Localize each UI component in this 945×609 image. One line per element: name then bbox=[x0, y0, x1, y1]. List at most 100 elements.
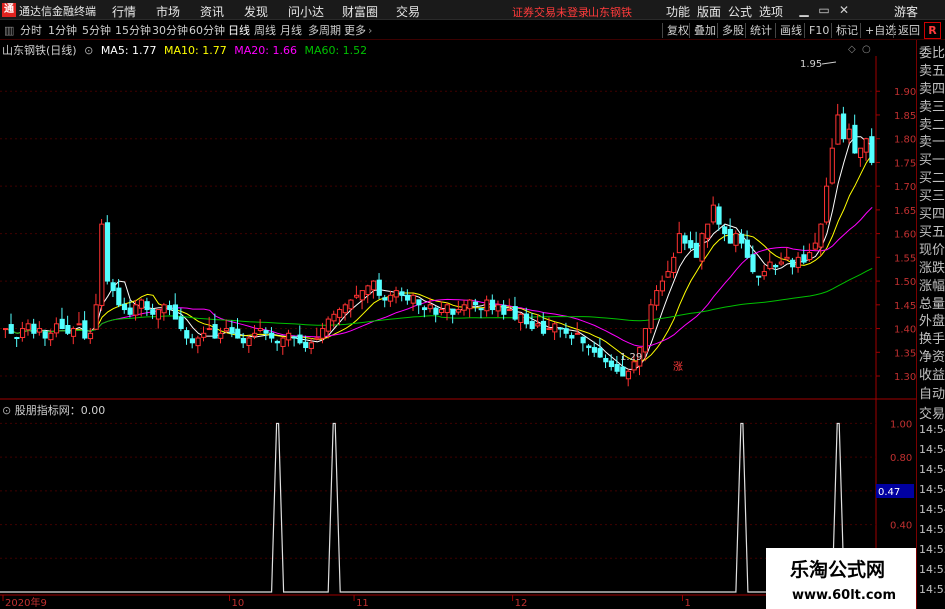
candle-body bbox=[303, 341, 309, 349]
candle-body bbox=[552, 323, 558, 333]
price-tick: 1.55 bbox=[894, 253, 916, 264]
period-multi[interactable]: 多周期 bbox=[306, 23, 343, 38]
candle-body bbox=[201, 332, 207, 338]
tool-f10[interactable]: F10 bbox=[804, 23, 829, 38]
period-toolbar: ▥ 分时 1分钟 5分钟 15分钟 30分钟 60分钟 日线 周线 月线 多周期… bbox=[0, 21, 945, 40]
panel-label: 净资 bbox=[919, 350, 945, 366]
candle-body bbox=[484, 299, 490, 312]
candle-body bbox=[257, 328, 263, 331]
candle-body bbox=[104, 222, 111, 282]
maximize-icon[interactable]: ▭ bbox=[816, 2, 832, 18]
period-15min[interactable]: 15分钟 bbox=[113, 23, 153, 38]
candle-body bbox=[161, 304, 167, 314]
candle-body bbox=[693, 242, 699, 258]
minimize-icon[interactable]: ▁ bbox=[796, 2, 812, 18]
login-warning[interactable]: 证券交易未登录 bbox=[512, 4, 589, 20]
price-tick: 1.75 bbox=[894, 158, 916, 169]
candle-body bbox=[614, 363, 620, 372]
menu-discover[interactable]: 发现 bbox=[244, 3, 268, 20]
close-icon[interactable]: ✕ bbox=[836, 2, 852, 18]
panel-label: 卖三 bbox=[919, 99, 945, 115]
tool-adjust[interactable]: 复权 bbox=[662, 23, 689, 38]
candle-body bbox=[761, 271, 767, 277]
menu-trade[interactable]: 交易 bbox=[396, 3, 420, 20]
panel-label: 买五 bbox=[919, 224, 945, 240]
candle-body bbox=[314, 337, 320, 340]
candle-body bbox=[206, 328, 213, 331]
candle-body bbox=[184, 330, 190, 339]
menu-market[interactable]: 市场 bbox=[156, 3, 180, 20]
candle-body bbox=[371, 280, 377, 291]
period-5min[interactable]: 5分钟 bbox=[80, 23, 113, 38]
tool-add-watchlist[interactable]: +自选 bbox=[860, 23, 896, 38]
candle-body bbox=[354, 294, 360, 298]
candle-body bbox=[767, 261, 773, 270]
candle-body bbox=[557, 327, 564, 330]
candle-body bbox=[790, 259, 796, 268]
tool-multi-stock[interactable]: 多股 bbox=[717, 23, 744, 38]
panel-time: 14:55 bbox=[919, 583, 945, 596]
price-tick: 1.35 bbox=[894, 348, 916, 359]
candle-body bbox=[716, 206, 722, 225]
panel-label: 买二 bbox=[919, 171, 945, 187]
menu-function[interactable]: 功能 bbox=[666, 3, 690, 20]
kline-chart[interactable]: 1.90 1.85 1.80 1.75 1.70 1.65 1.60 1.55 1.50 1.45… bbox=[0, 40, 916, 609]
panel-label: 卖四 bbox=[919, 81, 945, 97]
candle-body bbox=[65, 325, 71, 334]
price-tick: 1.70 bbox=[894, 182, 916, 193]
candle-body bbox=[325, 318, 331, 332]
candle-body bbox=[535, 323, 541, 327]
tool-back[interactable]: 返回 bbox=[893, 23, 920, 38]
period-intraday[interactable]: 分时 bbox=[18, 23, 44, 38]
candle-body bbox=[858, 147, 864, 159]
period-weekly[interactable]: 周线 bbox=[252, 23, 278, 38]
candle-body bbox=[608, 360, 615, 368]
period-monthly[interactable]: 月线 bbox=[278, 23, 304, 38]
candle-body bbox=[348, 299, 354, 310]
candle-body bbox=[665, 271, 671, 278]
menu-formula[interactable]: 公式 bbox=[728, 3, 752, 20]
candle-body bbox=[586, 345, 592, 349]
toolbar-menu-icon[interactable]: ▥ bbox=[2, 23, 16, 38]
price-tick: 1.85 bbox=[894, 111, 916, 122]
candle-body bbox=[263, 330, 269, 334]
period-60min[interactable]: 60分钟 bbox=[187, 23, 227, 38]
candle-body bbox=[365, 285, 371, 295]
indicator-peaks bbox=[0, 422, 876, 593]
menu-quotes[interactable]: 行情 bbox=[112, 3, 136, 20]
tool-mark[interactable]: 标记 bbox=[831, 23, 858, 38]
candle-body bbox=[795, 256, 801, 268]
candle-body bbox=[439, 309, 445, 313]
candle-body bbox=[422, 307, 428, 311]
candle-body bbox=[433, 307, 439, 315]
chevron-right-icon[interactable]: › bbox=[366, 23, 374, 38]
candle-body bbox=[116, 287, 122, 306]
circle-icon[interactable]: ○ bbox=[862, 44, 871, 55]
candle-body bbox=[280, 337, 286, 347]
watermark-url: www.60lt.com bbox=[792, 588, 896, 603]
menu-news[interactable]: 资讯 bbox=[200, 3, 224, 20]
diamond-icon[interactable]: ◇ bbox=[848, 44, 856, 55]
period-daily[interactable]: 日线 bbox=[226, 23, 252, 38]
menu-wealth[interactable]: 财富圈 bbox=[342, 3, 378, 20]
tool-overlay[interactable]: 叠加 bbox=[689, 23, 716, 38]
tool-draw[interactable]: 画线 bbox=[775, 23, 802, 38]
period-30min[interactable]: 30分钟 bbox=[150, 23, 190, 38]
candle-body bbox=[580, 336, 586, 344]
candle-body bbox=[399, 291, 405, 296]
menu-layout[interactable]: 版面 bbox=[697, 3, 721, 20]
menu-options[interactable]: 选项 bbox=[759, 3, 783, 20]
candle-body bbox=[495, 304, 501, 312]
period-more[interactable]: 更多 bbox=[342, 23, 368, 38]
candle-body bbox=[841, 113, 847, 140]
watermark-title: 乐淘公式网 bbox=[790, 558, 885, 581]
r-badge[interactable]: R bbox=[924, 22, 941, 39]
candle-body bbox=[133, 304, 139, 316]
menu-ask[interactable]: 问小达 bbox=[288, 3, 324, 20]
candle-body bbox=[648, 304, 654, 330]
period-1min[interactable]: 1分钟 bbox=[46, 23, 79, 38]
user-guest[interactable]: 游客 bbox=[894, 3, 918, 20]
candle-body bbox=[121, 303, 128, 311]
price-tick: 1.80 bbox=[894, 135, 916, 146]
tool-statistics[interactable]: 统计 bbox=[745, 23, 772, 38]
